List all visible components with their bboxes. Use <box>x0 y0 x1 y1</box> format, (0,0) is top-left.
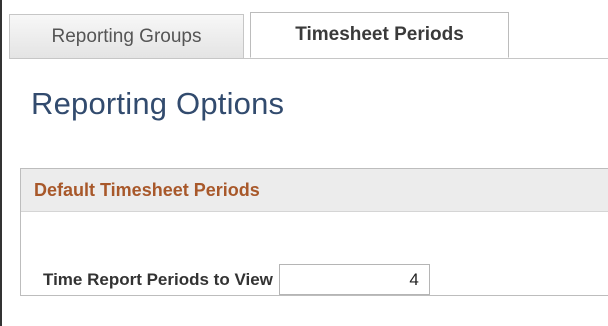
page: Reporting Groups Timesheet Periods Repor… <box>0 0 608 326</box>
tab-timesheet-periods-label: Timesheet Periods <box>295 24 464 45</box>
page-title: Reporting Options <box>31 86 285 121</box>
window-left-border <box>0 0 2 326</box>
tab-reporting-groups-label: Reporting Groups <box>51 25 202 47</box>
group-header-label: Default Timesheet Periods <box>34 179 260 200</box>
tab-reporting-groups[interactable]: Reporting Groups <box>9 14 244 58</box>
tab-baseline-divider <box>9 58 608 59</box>
time-report-periods-row: Time Report Periods to View <box>43 264 430 295</box>
default-timesheet-periods-group: Default Timesheet Periods Time Report Pe… <box>20 168 608 296</box>
time-report-periods-label: Time Report Periods to View <box>43 269 273 289</box>
group-header: Default Timesheet Periods <box>21 169 608 212</box>
time-report-periods-input[interactable] <box>278 264 430 295</box>
tab-strip: Reporting Groups Timesheet Periods <box>9 12 509 58</box>
tab-timesheet-periods[interactable]: Timesheet Periods <box>250 12 509 58</box>
